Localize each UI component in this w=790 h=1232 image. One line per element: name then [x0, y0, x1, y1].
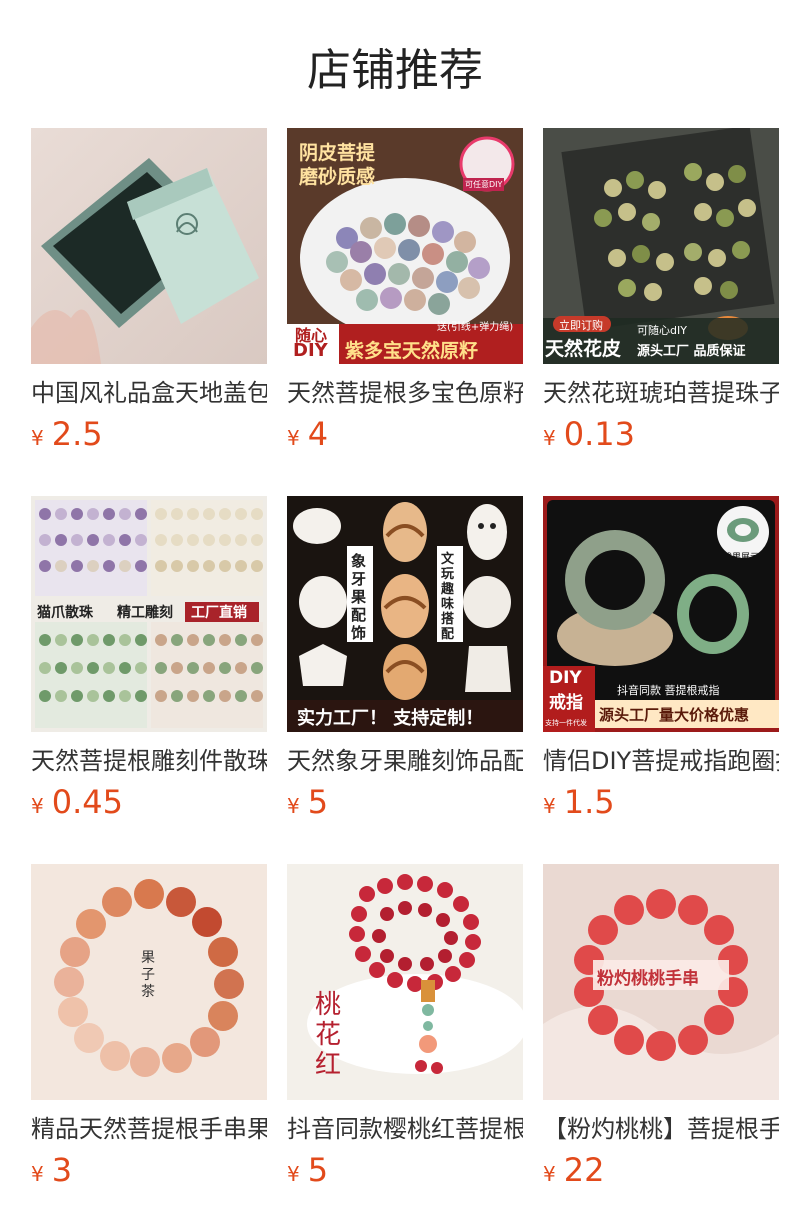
product-card[interactable]: 猫爪散珠 精工雕刻 工厂直销 天然菩提根雕刻件散珠配件 ¥0.45	[31, 496, 267, 864]
product-image[interactable]: 猫爪散珠 精工雕刻 工厂直销	[31, 496, 267, 732]
currency-symbol: ¥	[31, 1162, 44, 1186]
price-value: 0.13	[563, 415, 635, 453]
product-image[interactable]: 阴皮菩提 磨砂质感 可任意DIY 随心 DIY 紫多宝天然原籽 送(引线+弹力绳…	[287, 128, 523, 364]
image-caption: 立即订购	[559, 319, 603, 332]
product-image[interactable]: 粉灼桃桃手串	[543, 864, 779, 1100]
product-image[interactable]: 桃花红	[287, 864, 523, 1100]
image-caption: 支持一件代发	[545, 719, 587, 727]
image-caption: 送(引线+弹力绳)	[437, 322, 514, 333]
product-name[interactable]: 【粉灼桃桃】菩提根手串	[543, 1114, 779, 1144]
price-value: 1.5	[563, 783, 615, 821]
image-caption: 可随心dIY	[637, 324, 687, 337]
page-title: 店铺推荐	[307, 45, 483, 96]
currency-symbol: ¥	[287, 426, 300, 450]
product-price: ¥0.45	[31, 782, 123, 826]
image-caption: 桃花红	[315, 990, 342, 1080]
image-caption: 文玩趣味搭配	[441, 552, 455, 642]
product-card[interactable]: 阴皮菩提 磨砂质感 可任意DIY 随心 DIY 紫多宝天然原籽 送(引线+弹力绳…	[287, 128, 523, 496]
product-card[interactable]: 中国风礼品盒天地盖包装盒 ¥2.5	[31, 128, 267, 496]
image-caption: 阴皮菩提	[299, 142, 376, 164]
product-price: ¥0.13	[543, 414, 635, 458]
product-name[interactable]: 天然象牙果雕刻饰品配件	[287, 746, 523, 776]
product-image[interactable]: 成果展示 DIY 戒指 抖音同款 菩提根戒指 源头工厂量大价格优惠 支持一件代发	[543, 496, 779, 732]
product-name[interactable]: 精品天然菩提根手串果子茶	[31, 1114, 267, 1144]
currency-symbol: ¥	[543, 1162, 556, 1186]
product-price: ¥3	[31, 1150, 72, 1194]
image-caption: 天然花皮	[545, 338, 622, 360]
currency-symbol: ¥	[543, 426, 556, 450]
ivory-nut-carvings-illustration	[287, 496, 523, 732]
product-name[interactable]: 天然菩提根雕刻件散珠配件	[31, 746, 267, 776]
product-name[interactable]: 天然菩提根多宝色原籽散珠	[287, 378, 523, 408]
image-caption: 源头工厂 品质保证	[637, 344, 746, 359]
product-price: ¥5	[287, 782, 328, 826]
image-caption: 果子茶	[141, 950, 155, 1000]
price-value: 22	[563, 1151, 605, 1189]
product-card[interactable]: 象牙果配饰 文玩趣味搭配 实力工厂！ 支持定制！ 天然象牙果雕刻饰品配件 ¥5	[287, 496, 523, 864]
product-price: ¥22	[543, 1150, 604, 1194]
price-value: 0.45	[51, 783, 123, 821]
product-price: ¥5	[287, 1150, 328, 1194]
image-caption: 成果展示	[723, 553, 760, 563]
product-image[interactable]: 象牙果配饰 文玩趣味搭配 实力工厂！ 支持定制！	[287, 496, 523, 732]
image-caption: 戒指	[549, 693, 583, 713]
price-value: 3	[51, 1151, 73, 1189]
image-caption: 磨砂质感	[299, 166, 376, 188]
image-caption: 实力工厂！ 支持定制！	[297, 708, 484, 729]
currency-symbol: ¥	[31, 794, 44, 818]
product-price: ¥2.5	[31, 414, 103, 458]
image-caption: 猫爪散珠	[37, 605, 93, 621]
product-card[interactable]: 桃花红 抖音同款樱桃红菩提根手串 ¥5	[287, 864, 523, 1232]
product-price: ¥1.5	[543, 782, 615, 826]
currency-symbol: ¥	[31, 426, 44, 450]
product-card[interactable]: 立即订购 天然花皮 可随心dIY 源头工厂 品质保证 天然花斑琥珀菩提珠子散珠 …	[543, 128, 779, 496]
product-card[interactable]: 成果展示 DIY 戒指 抖音同款 菩提根戒指 源头工厂量大价格优惠 支持一件代发…	[543, 496, 779, 864]
image-caption: DIY	[549, 668, 582, 688]
product-image[interactable]: 果子茶	[31, 864, 267, 1100]
price-value: 5	[307, 783, 329, 821]
price-value: 2.5	[51, 415, 103, 453]
currency-symbol: ¥	[543, 794, 556, 818]
gift-box-illustration	[31, 158, 259, 364]
product-card[interactable]: 果子茶 精品天然菩提根手串果子茶 ¥3	[31, 864, 267, 1232]
product-name[interactable]: 天然花斑琥珀菩提珠子散珠	[543, 378, 779, 408]
image-caption: 精工雕刻	[117, 605, 173, 621]
image-caption: 粉灼桃桃手串	[597, 969, 699, 989]
price-value: 5	[307, 1151, 329, 1189]
image-caption: 抖音同款 菩提根戒指	[617, 684, 720, 697]
image-caption: 紫多宝天然原籽	[345, 340, 479, 362]
image-caption: DIY	[293, 340, 328, 361]
currency-symbol: ¥	[287, 794, 300, 818]
image-caption: 工厂直销	[191, 605, 247, 621]
image-caption: 源头工厂量大价格优惠	[599, 706, 750, 724]
product-grid: 中国风礼品盒天地盖包装盒 ¥2.5	[31, 128, 790, 1232]
product-name[interactable]: 情侣DIY菩提戒指跑圈指环	[543, 746, 779, 776]
image-caption: 象牙果配饰	[351, 552, 367, 642]
price-value: 4	[307, 415, 329, 453]
product-name[interactable]: 中国风礼品盒天地盖包装盒	[31, 378, 267, 408]
currency-symbol: ¥	[287, 1162, 300, 1186]
image-caption: 可任意DIY	[463, 178, 505, 191]
product-image[interactable]: 立即订购 天然花皮 可随心dIY 源头工厂 品质保证	[543, 128, 779, 364]
product-card[interactable]: 粉灼桃桃手串 【粉灼桃桃】菩提根手串 ¥22	[543, 864, 779, 1232]
product-image[interactable]	[31, 128, 267, 364]
product-name[interactable]: 抖音同款樱桃红菩提根手串	[287, 1114, 523, 1144]
product-price: ¥4	[287, 414, 328, 458]
